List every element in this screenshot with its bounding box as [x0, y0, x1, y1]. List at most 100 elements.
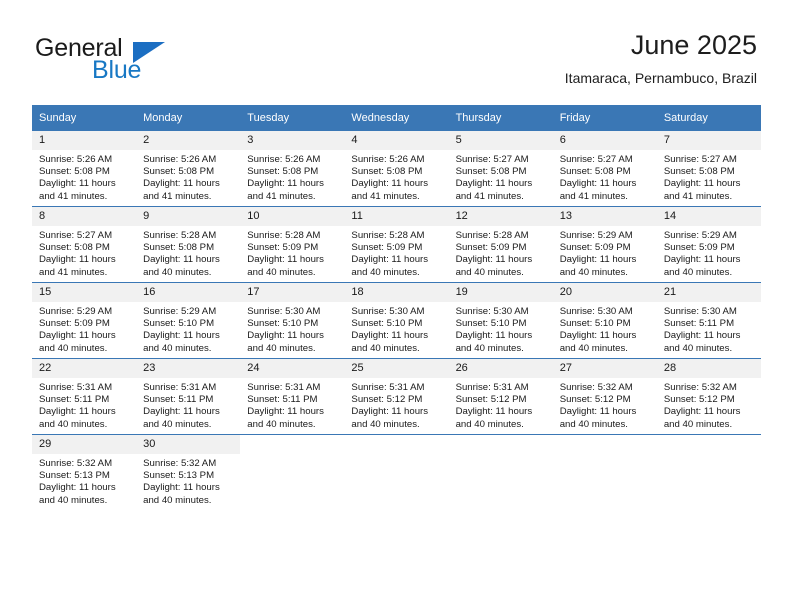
sunrise-time: Sunrise: 5:28 AM — [247, 230, 321, 241]
calendar-day-cell[interactable]: 30 Sunrise: 5:32 AM Sunset: 5:13 PM Dayligh… — [136, 434, 241, 510]
daylight-duration-line2: and 40 minutes. — [247, 418, 316, 430]
day-cell-inner: 3 Sunrise: 5:26 AM Sunset: 5:08 PM Daylight… — [240, 131, 345, 206]
day-cell-inner: 18 Sunrise: 5:30 AM Sunset: 5:10 PM Dayligh… — [344, 283, 449, 358]
day-cell-inner: 2 Sunrise: 5:26 AM Sunset: 5:08 PM Daylight… — [136, 131, 241, 206]
daylight-duration-line1: Daylight: 11 hours — [663, 254, 741, 266]
calendar-day-cell[interactable]: 27 Sunrise: 5:32 AM Sunset: 5:12 PM Dayligh… — [552, 358, 657, 435]
calendar-day-cell[interactable]: 23 Sunrise: 5:31 AM Sunset: 5:11 PM Dayligh… — [136, 358, 241, 435]
day-number — [344, 435, 448, 454]
calendar-day-cell[interactable]: 12 Sunrise: 5:28 AM Sunset: 5:09 PM Dayligh… — [448, 206, 553, 283]
day-cell-inner: 7 Sunrise: 5:27 AM Sunset: 5:08 PM Daylight… — [656, 131, 761, 206]
daylight-duration-line1: Daylight: 11 hours — [143, 406, 220, 418]
calendar-day-cell[interactable]: 2 Sunrise: 5:26 AM Sunset: 5:08 PM Daylight… — [136, 131, 241, 207]
daylight-duration-line2: and 41 minutes. — [39, 266, 108, 278]
day-cell-details: Sunrise: 5:31 AM Sunset: 5:11 PM Daylight:… — [136, 378, 240, 431]
calendar-day-cell[interactable]: 14 Sunrise: 5:29 AM Sunset: 5:09 PM Dayligh… — [656, 206, 761, 283]
calendar-day-cell[interactable]: 13 Sunrise: 5:29 AM Sunset: 5:09 PM Dayligh… — [552, 206, 657, 283]
weekday-header-row: Sunday Monday Tuesday Wednesday Thursday… — [32, 105, 761, 131]
calendar-day-cell[interactable]: 3 Sunrise: 5:26 AM Sunset: 5:08 PM Daylight… — [240, 131, 345, 207]
calendar-day-cell[interactable]: 16 Sunrise: 5:29 AM Sunset: 5:10 PM Dayligh… — [136, 282, 241, 359]
calendar-day-cell[interactable]: 5 Sunrise: 5:27 AM Sunset: 5:08 PM Daylight… — [448, 131, 553, 207]
sunset-time: Sunset: 5:12 PM — [663, 394, 735, 406]
day-cell-details: Sunrise: 5:31 AM Sunset: 5:12 PM Daylight:… — [344, 378, 448, 431]
daylight-duration-line2: and 40 minutes. — [247, 342, 316, 354]
daylight-duration-line2: and 41 minutes. — [559, 190, 628, 202]
daylight-duration-line1: Daylight: 11 hours — [455, 330, 533, 342]
calendar-day-cell[interactable]: 29 Sunrise: 5:32 AM Sunset: 5:13 PM Dayligh… — [32, 434, 137, 510]
sunset-time: Sunset: 5:08 PM — [143, 166, 215, 178]
day-cell-details: Sunrise: 5:28 AM Sunset: 5:08 PM Daylight:… — [136, 226, 240, 279]
calendar-day-cell[interactable]: 9 Sunrise: 5:28 AM Sunset: 5:08 PM Daylight… — [136, 206, 241, 283]
weekday-header-thursday: Thursday — [448, 105, 553, 131]
calendar-day-cell[interactable]: 21 Sunrise: 5:30 AM Sunset: 5:11 PM Dayligh… — [656, 282, 761, 359]
calendar-day-cell[interactable]: 20 Sunrise: 5:30 AM Sunset: 5:10 PM Dayligh… — [552, 282, 657, 359]
day-cell-details — [449, 454, 553, 458]
day-number — [449, 435, 553, 454]
sunset-time: Sunset: 5:08 PM — [39, 166, 110, 178]
daylight-duration-line1: Daylight: 11 hours — [351, 254, 429, 266]
day-cell-inner: 25 Sunrise: 5:31 AM Sunset: 5:12 PM Dayligh… — [344, 359, 449, 434]
day-number: 18 — [344, 283, 449, 302]
sunrise-time: Sunrise: 5:29 AM — [663, 230, 737, 241]
day-number: 19 — [448, 283, 553, 302]
day-cell-inner — [240, 435, 344, 510]
day-cell-details — [553, 454, 657, 458]
daylight-duration-line2: and 40 minutes. — [663, 342, 733, 354]
calendar-day-cell[interactable]: 28 Sunrise: 5:32 AM Sunset: 5:12 PM Dayligh… — [656, 358, 761, 435]
sunrise-time: Sunrise: 5:27 AM — [455, 154, 529, 165]
sunset-time: Sunset: 5:10 PM — [143, 318, 215, 330]
calendar-day-cell[interactable]: 11 Sunrise: 5:28 AM Sunset: 5:09 PM Dayligh… — [344, 206, 449, 283]
day-cell-inner: 12 Sunrise: 5:28 AM Sunset: 5:09 PM Dayligh… — [448, 207, 553, 282]
sunset-time: Sunset: 5:09 PM — [663, 242, 735, 254]
calendar-day-cell[interactable]: 1 Sunrise: 5:26 AM Sunset: 5:08 PM Daylight… — [32, 131, 137, 207]
daylight-duration-line1: Daylight: 11 hours — [143, 482, 220, 494]
day-number: 26 — [448, 359, 553, 378]
daylight-duration-line2: and 40 minutes. — [559, 418, 628, 430]
daylight-duration-line1: Daylight: 11 hours — [455, 254, 533, 266]
calendar-day-cell[interactable]: 10 Sunrise: 5:28 AM Sunset: 5:09 PM Dayligh… — [240, 206, 345, 283]
calendar-day-cell[interactable]: 22 Sunrise: 5:31 AM Sunset: 5:11 PM Dayligh… — [32, 358, 137, 435]
calendar-day-cell[interactable]: 18 Sunrise: 5:30 AM Sunset: 5:10 PM Dayligh… — [344, 282, 449, 359]
calendar-day-cell[interactable]: 24 Sunrise: 5:31 AM Sunset: 5:11 PM Dayligh… — [240, 358, 345, 435]
calendar-day-cell[interactable]: 19 Sunrise: 5:30 AM Sunset: 5:10 PM Dayligh… — [448, 282, 553, 359]
weekday-header-monday: Monday — [136, 105, 241, 131]
calendar-day-cell[interactable]: 25 Sunrise: 5:31 AM Sunset: 5:12 PM Dayligh… — [344, 358, 449, 435]
calendar-page: General Blue June 2025 Itamaraca, Pernam… — [0, 0, 792, 612]
day-number: 23 — [136, 359, 241, 378]
day-number: 30 — [136, 435, 241, 454]
sunset-time: Sunset: 5:08 PM — [247, 166, 319, 178]
day-cell-inner: 10 Sunrise: 5:28 AM Sunset: 5:09 PM Dayligh… — [240, 207, 345, 282]
daylight-duration-line2: and 40 minutes. — [143, 494, 212, 506]
calendar-day-cell[interactable]: 17 Sunrise: 5:30 AM Sunset: 5:10 PM Dayligh… — [240, 282, 345, 359]
calendar-day-cell[interactable]: 15 Sunrise: 5:29 AM Sunset: 5:09 PM Dayligh… — [32, 282, 137, 359]
day-cell-inner: 30 Sunrise: 5:32 AM Sunset: 5:13 PM Dayligh… — [136, 435, 241, 510]
day-number: 6 — [552, 131, 657, 150]
daylight-duration-line2: and 41 minutes. — [247, 190, 316, 202]
sunset-time: Sunset: 5:08 PM — [143, 242, 215, 254]
day-number: 20 — [552, 283, 657, 302]
day-number — [657, 435, 761, 454]
day-cell-details: Sunrise: 5:28 AM Sunset: 5:09 PM Daylight:… — [240, 226, 344, 279]
sunset-time: Sunset: 5:10 PM — [351, 318, 423, 330]
day-cell-details: Sunrise: 5:27 AM Sunset: 5:08 PM Daylight:… — [553, 150, 657, 203]
sunset-time: Sunset: 5:08 PM — [559, 166, 631, 178]
calendar-day-cell[interactable]: 4 Sunrise: 5:26 AM Sunset: 5:08 PM Daylight… — [344, 131, 449, 207]
calendar-day-cell-empty — [344, 434, 449, 510]
daylight-duration-line1: Daylight: 11 hours — [143, 178, 220, 190]
sunrise-time: Sunrise: 5:30 AM — [663, 306, 737, 317]
calendar-week-row: 1 Sunrise: 5:26 AM Sunset: 5:08 PM Daylight… — [32, 131, 761, 207]
calendar-day-cell[interactable]: 6 Sunrise: 5:27 AM Sunset: 5:08 PM Daylight… — [552, 131, 657, 207]
sunrise-time: Sunrise: 5:31 AM — [39, 382, 113, 393]
weekday-header-friday: Friday — [552, 105, 657, 131]
sunset-time: Sunset: 5:12 PM — [559, 394, 631, 406]
sunrise-time: Sunrise: 5:28 AM — [455, 230, 529, 241]
calendar-day-cell[interactable]: 8 Sunrise: 5:27 AM Sunset: 5:08 PM Daylight… — [32, 206, 137, 283]
calendar-day-cell[interactable]: 7 Sunrise: 5:27 AM Sunset: 5:08 PM Daylight… — [656, 131, 761, 207]
day-number: 5 — [448, 131, 553, 150]
weekday-header-tuesday: Tuesday — [240, 105, 345, 131]
calendar-week-row: 22 Sunrise: 5:31 AM Sunset: 5:11 PM Dayligh… — [32, 358, 761, 435]
calendar-day-cell[interactable]: 26 Sunrise: 5:31 AM Sunset: 5:12 PM Dayligh… — [448, 358, 553, 435]
sunrise-time: Sunrise: 5:30 AM — [247, 306, 321, 317]
day-number: 15 — [32, 283, 137, 302]
day-cell-inner: 4 Sunrise: 5:26 AM Sunset: 5:08 PM Daylight… — [344, 131, 449, 206]
